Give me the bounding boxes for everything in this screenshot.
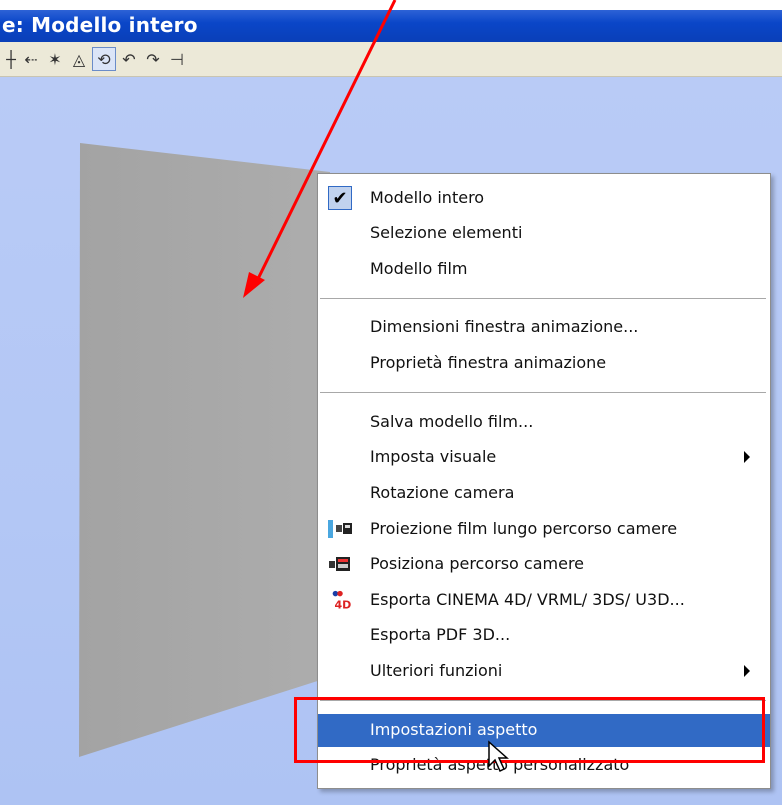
window-title: e: Modello intero xyxy=(2,13,198,37)
pin-icon[interactable]: ⊣ xyxy=(166,48,188,70)
orbit-icon[interactable]: ⟲ xyxy=(92,47,116,71)
menu-item-dimensioni-finestra[interactable]: Dimensioni finestra animazione... xyxy=(318,311,770,343)
arrow-left-icon[interactable]: ⇠ xyxy=(20,48,42,70)
film-projection-icon xyxy=(328,520,352,538)
menu-item-ulteriori-funzioni[interactable]: Ulteriori funzioni xyxy=(318,655,770,687)
undo-icon[interactable]: ↶ xyxy=(118,48,140,70)
check-icon: ✔ xyxy=(328,186,352,210)
menu-item-posiziona-percorso[interactable]: Posiziona percorso camere xyxy=(318,548,770,580)
pan-icon[interactable]: ┼ xyxy=(0,48,22,70)
svg-text:4D: 4D xyxy=(335,598,352,611)
submenu-arrow-icon xyxy=(744,451,750,463)
menu-item-selezione-elementi[interactable]: Selezione elementi xyxy=(318,217,770,249)
menu-item-proprieta-finestra[interactable]: Proprietà finestra animazione xyxy=(318,347,770,379)
menu-item-modello-intero[interactable]: ✔ Modello intero xyxy=(318,182,770,214)
title-bar[interactable]: e: Modello intero xyxy=(0,10,782,42)
redo-icon[interactable]: ↷ xyxy=(142,48,164,70)
menu-item-imposta-visuale[interactable]: Imposta visuale xyxy=(318,441,770,473)
menu-separator xyxy=(320,298,766,300)
menu-item-rotazione-camera[interactable]: Rotazione camera xyxy=(318,477,770,509)
select-icon[interactable]: ✶ xyxy=(44,48,66,70)
menu-item-esporta-cinema4d[interactable]: 4D Esporta CINEMA 4D/ VRML/ 3DS/ U3D... xyxy=(318,584,770,616)
cinema4d-icon: 4D xyxy=(332,590,352,611)
menu-item-modello-film[interactable]: Modello film xyxy=(318,253,770,285)
menu-item-proiezione-film[interactable]: Proiezione film lungo percorso camere xyxy=(318,513,770,545)
view-icon[interactable]: ◬ xyxy=(68,48,90,70)
menu-separator xyxy=(320,392,766,394)
menu-item-esporta-pdf3d[interactable]: Esporta PDF 3D... xyxy=(318,619,770,651)
highlight-annotation-box xyxy=(294,697,765,763)
toolbar: ┼ ⇠ ✶ ◬ ⟲ ↶ ↷ ⊣ xyxy=(0,42,782,77)
mouse-cursor-icon xyxy=(488,740,509,773)
menu-item-salva-modello-film[interactable]: Salva modello film... xyxy=(318,406,770,438)
animation-window: e: Modello intero ┼ ⇠ ✶ ◬ ⟲ ↶ ↷ ⊣ ✔ Mode… xyxy=(0,0,782,805)
submenu-arrow-icon xyxy=(744,665,750,677)
camera-path-icon xyxy=(329,557,350,571)
